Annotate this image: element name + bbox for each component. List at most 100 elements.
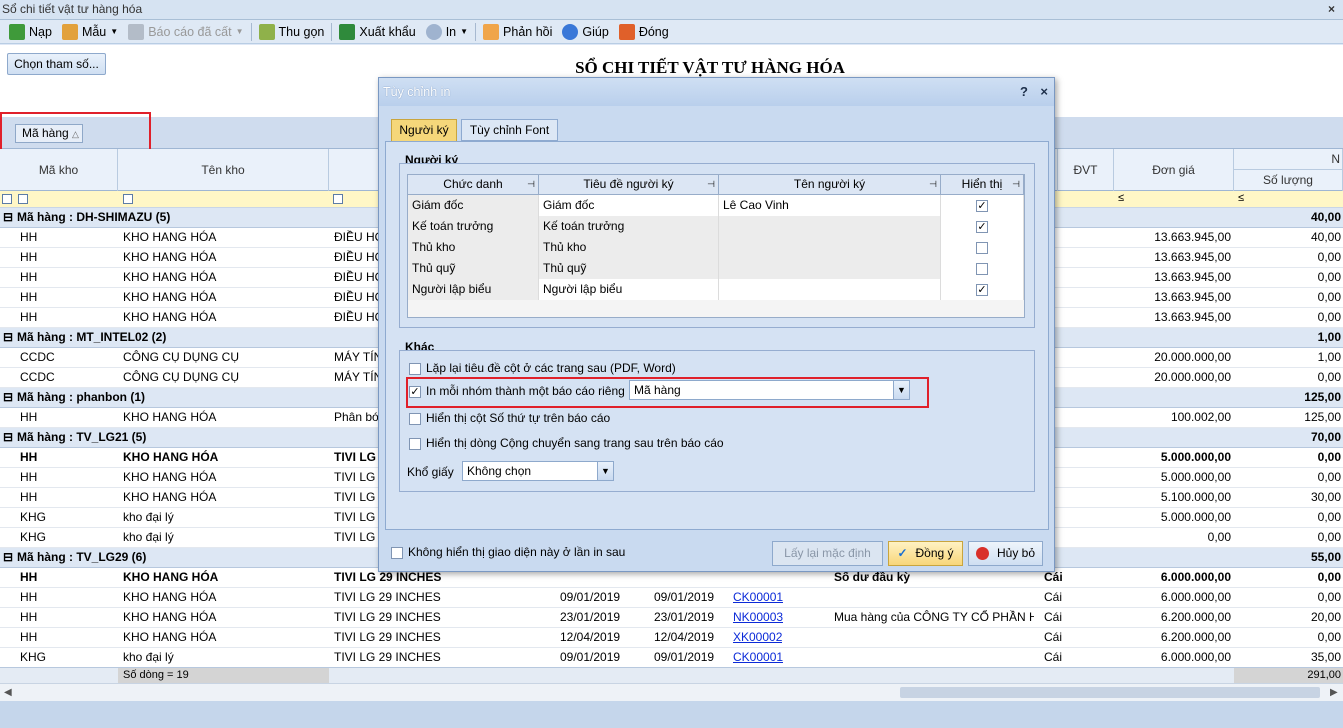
cell-ten-nguoi-ky[interactable]	[719, 237, 941, 258]
cell-so-chung-tu[interactable]: CK00001	[733, 588, 783, 607]
opt-cong-chuyen[interactable]: Hiển thị dòng Cộng chuyển sang trang sau…	[409, 435, 724, 451]
col-so-luong[interactable]: Số lượng	[1234, 170, 1343, 191]
signer-row[interactable]: Thủ quỹ Thủ quỹ	[408, 258, 1024, 279]
scroll-right-icon[interactable]: ▶	[1330, 687, 1338, 698]
cell-tieu-de[interactable]: Thủ quỹ	[539, 258, 719, 279]
cell-so-chung-tu[interactable]: CK00001	[733, 648, 783, 667]
collapse-icon[interactable]: ⊟	[3, 388, 13, 407]
tab-nguoi-ky[interactable]: Người ký	[391, 119, 457, 141]
chevron-down-icon[interactable]: ▼	[597, 462, 613, 480]
filter-checkbox[interactable]	[123, 194, 133, 204]
filter-toggle-icon[interactable]	[2, 194, 12, 204]
signer-row[interactable]: Kế toán trưởng Kế toán trưởng ✓	[408, 216, 1024, 237]
in-button[interactable]: In ▼	[421, 21, 473, 43]
giup-button[interactable]: Giúp	[557, 21, 613, 43]
nap-button[interactable]: Nạp	[4, 21, 57, 43]
horizontal-scrollbar[interactable]: ◀ ▶	[0, 683, 1343, 701]
xuat-khau-button[interactable]: Xuất khẩu	[334, 21, 420, 43]
checkbox-checked[interactable]: ✓	[976, 283, 988, 296]
table-row[interactable]: HH KHO HANG HÓA TIVI LG 29 INCHES 09/01/201…	[0, 588, 1343, 608]
grid-header-tieu-de[interactable]: Tiêu đề người ký ⊣	[539, 175, 719, 195]
print-settings-dialog: Tùy chỉnh in ? × Người ký Tùy chỉnh Font…	[378, 77, 1055, 572]
grid-header-chuc-danh[interactable]: Chức danh ⊣	[408, 175, 539, 195]
cell-so-chung-tu[interactable]: NK00003	[733, 608, 783, 627]
group-label: Mã hàng : TV_LG29 (6)	[17, 550, 147, 564]
checkbox-checked[interactable]: ✓	[976, 199, 988, 212]
chon-tham-so-button[interactable]: Chọn tham số...	[7, 53, 106, 75]
signer-row[interactable]: Người lập biểu Người lập biểu ✓	[408, 279, 1024, 300]
close-icon[interactable]: ×	[1040, 78, 1048, 106]
filter-op[interactable]: ≤	[1118, 192, 1124, 204]
phan-hoi-button[interactable]: Phản hồi	[478, 21, 557, 43]
cell-ten-nguoi-ky[interactable]	[719, 279, 941, 300]
cell-tieu-de[interactable]: Người lập biểu	[539, 279, 719, 300]
cell-hien-thi[interactable]	[941, 237, 1024, 258]
highlight-box-group	[0, 112, 151, 154]
col-dvt[interactable]: ĐVT	[1058, 149, 1114, 191]
mau-button[interactable]: Mẫu ▼	[57, 21, 123, 43]
filter-op[interactable]: ≤	[1238, 192, 1244, 204]
checkbox-checked[interactable]: ✓	[976, 220, 988, 233]
cell-dien-giai: Mua hàng của CÔNG TY CỔ PHẦN HÀ	[834, 610, 1034, 624]
cell-so-luong: 30,00	[1310, 490, 1341, 504]
opt-stt[interactable]: Hiển thị cột Số thứ tự trên báo cáo	[409, 410, 610, 426]
pin-icon[interactable]: ⊣	[707, 175, 715, 194]
mau-label: Mẫu	[81, 24, 107, 39]
signer-row[interactable]: Thủ kho Thủ kho	[408, 237, 1024, 258]
signer-row[interactable]: Giám đốc Giám đốc Lê Cao Vinh ✓	[408, 195, 1024, 216]
cell-hien-thi[interactable]: ✓	[941, 195, 1024, 216]
collapse-icon[interactable]: ⊟	[3, 548, 13, 567]
checkbox[interactable]	[409, 362, 421, 375]
cell-ten-nguoi-ky[interactable]: Lê Cao Vinh	[719, 195, 941, 216]
checkbox[interactable]	[391, 546, 403, 559]
filter-checkbox[interactable]	[18, 194, 28, 204]
collapse-icon[interactable]: ⊟	[3, 328, 13, 347]
checkbox[interactable]	[976, 241, 988, 254]
cell-tieu-de[interactable]: Thủ kho	[539, 237, 719, 258]
cell-ten-kho: KHO HANG HÓA	[123, 610, 217, 624]
collapse-icon[interactable]: ⊟	[3, 208, 13, 227]
cell-tieu-de[interactable]: Giám đốc	[539, 195, 719, 216]
cell-tieu-de[interactable]: Kế toán trưởng	[539, 216, 719, 237]
col-don-gia[interactable]: Đơn giá	[1114, 149, 1234, 191]
cell-ma-kho: HH	[20, 410, 38, 424]
lay-lai-mac-dinh-button[interactable]: Lấy lại mặc định	[772, 541, 883, 566]
grid-header-ten[interactable]: Tên người ký ⊣	[719, 175, 941, 195]
checkbox[interactable]	[409, 437, 421, 450]
scroll-left-icon[interactable]: ◀	[4, 687, 12, 698]
pin-icon[interactable]: ⊣	[1012, 175, 1020, 194]
cell-so-chung-tu[interactable]: XK00002	[733, 628, 782, 647]
cell-hien-thi[interactable]	[941, 258, 1024, 279]
checkbox[interactable]	[976, 262, 988, 275]
collapse-icon[interactable]: ⊟	[3, 428, 13, 447]
scroll-thumb[interactable]	[900, 687, 1320, 698]
col-ten-kho[interactable]: Tên kho	[118, 149, 329, 191]
checkbox[interactable]	[409, 412, 421, 425]
grid-header-hien-thi[interactable]: Hiển thị ⊣	[941, 175, 1024, 195]
thu-gon-button[interactable]: Thu gọn	[254, 21, 330, 43]
col-nhap[interactable]: N	[1234, 149, 1343, 170]
cell-hien-thi[interactable]: ✓	[941, 279, 1024, 300]
tab-tuy-chinh-font[interactable]: Tùy chỉnh Font	[461, 119, 558, 141]
cell-hien-thi[interactable]: ✓	[941, 216, 1024, 237]
bao-cao-da-cat-button[interactable]: Báo cáo đã cất ▼	[123, 21, 248, 43]
header-label: Hiển thị	[961, 177, 1003, 191]
table-row[interactable]: HH KHO HANG HÓA TIVI LG 29 INCHES 12/04/201…	[0, 628, 1343, 648]
cell-ten-nguoi-ky[interactable]	[719, 258, 941, 279]
dong-button[interactable]: Đóng	[614, 21, 674, 43]
col-ma-kho[interactable]: Mã kho	[0, 149, 118, 191]
pin-icon[interactable]: ⊣	[929, 175, 937, 194]
filter-checkbox[interactable]	[333, 194, 343, 204]
kho-giay-select[interactable]: Không chọn ▼	[462, 461, 614, 481]
dong-y-button[interactable]: ✓ Đồng ý	[888, 541, 963, 566]
help-icon[interactable]: ?	[1020, 78, 1028, 106]
cell-ten-nguoi-ky[interactable]	[719, 216, 941, 237]
cell-ma-kho: KHG	[20, 650, 47, 664]
opt-khong-hien-thi[interactable]: Không hiển thị giao diện này ở lần in sa…	[391, 544, 625, 560]
pin-icon[interactable]: ⊣	[527, 175, 535, 194]
window-close-icon[interactable]: ×	[1328, 0, 1335, 18]
table-row[interactable]: KHG kho đại lý TIVI LG 29 INCHES 09/01/2019…	[0, 648, 1343, 668]
opt-lap-lai[interactable]: Lặp lại tiêu đề cột ở các trang sau (PDF…	[409, 360, 676, 376]
huy-bo-button[interactable]: Hủy bỏ	[968, 541, 1043, 566]
table-row[interactable]: HH KHO HANG HÓA TIVI LG 29 INCHES 23/01/201…	[0, 608, 1343, 628]
